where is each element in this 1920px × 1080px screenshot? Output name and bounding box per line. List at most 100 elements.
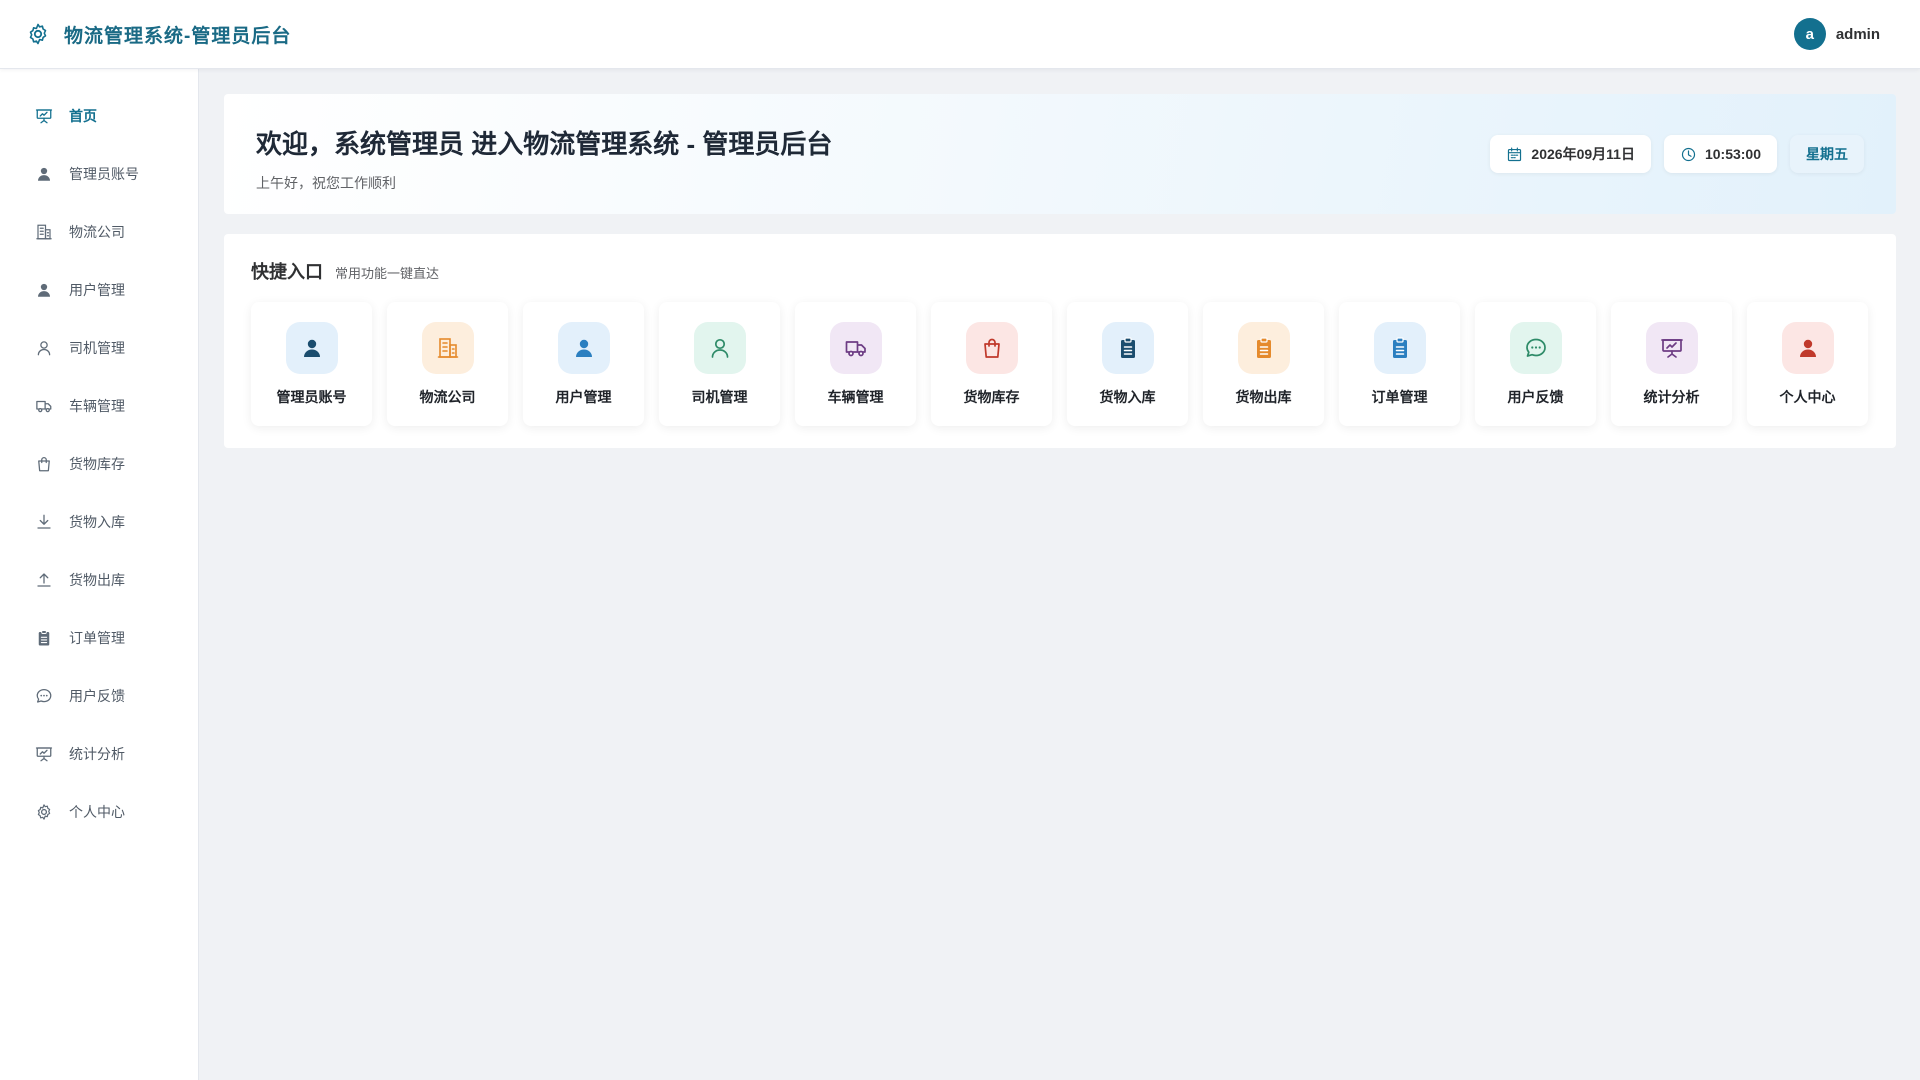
quick-access-header: 快捷入口 常用功能一键直达 <box>251 258 1869 284</box>
quick-card-10[interactable]: 统计分析 <box>1611 302 1732 426</box>
sidebar-item-label: 货物出库 <box>69 572 125 588</box>
presentation-chart-icon <box>1645 322 1698 374</box>
quick-card-4[interactable]: 车辆管理 <box>795 302 916 426</box>
app-title: 物流管理系统-管理员后台 <box>64 25 292 47</box>
sidebar-item-11[interactable]: 统计分析 <box>0 725 198 783</box>
sidebar-item-12[interactable]: 个人中心 <box>0 783 198 841</box>
sidebar-item-label: 个人中心 <box>69 804 125 820</box>
quick-card-0[interactable]: 管理员账号 <box>251 302 372 426</box>
sidebar-item-6[interactable]: 货物库存 <box>0 435 198 493</box>
calendar-icon <box>1506 146 1523 163</box>
sidebar-item-label: 订单管理 <box>69 630 125 646</box>
quick-access-cards: 管理员账号 物流公司 用户管理 司机管理 车辆管理 货物库存 货物入库 货物出库 订单管理 用户反… <box>251 302 1869 426</box>
upload-icon <box>35 571 53 589</box>
quick-card-11[interactable]: 个人中心 <box>1747 302 1868 426</box>
quick-card-label: 管理员账号 <box>276 389 347 405</box>
gear-icon <box>35 803 53 821</box>
truck-icon <box>35 397 53 415</box>
user-solid-icon <box>35 165 53 183</box>
avatar[interactable]: a <box>1793 18 1826 50</box>
weekday-chip: 星期五 <box>1790 135 1864 173</box>
quick-card-3[interactable]: 司机管理 <box>659 302 780 426</box>
sidebar: 首页管理员账号物流公司用户管理司机管理车辆管理货物库存货物入库货物出库订单管理用… <box>0 69 199 1080</box>
quick-access-title: 快捷入口 <box>251 262 323 282</box>
sidebar-item-label: 用户管理 <box>69 282 125 298</box>
sidebar-item-label: 货物库存 <box>69 456 125 472</box>
shopping-bag-icon <box>965 322 1018 374</box>
user-menu[interactable]: a admin <box>1793 18 1880 50</box>
sidebar-item-7[interactable]: 货物入库 <box>0 493 198 551</box>
date-text: 2026年09月11日 <box>1531 146 1635 162</box>
sidebar-item-5[interactable]: 车辆管理 <box>0 377 198 435</box>
building-icon <box>421 322 474 374</box>
brand[interactable]: 物流管理系统-管理员后台 <box>24 20 291 48</box>
weekday-text: 星期五 <box>1806 146 1848 162</box>
quick-card-label: 货物入库 <box>1099 389 1156 405</box>
welcome-subtitle: 上午好，祝您工作顺利 <box>256 175 396 191</box>
clock-icon <box>1680 146 1697 163</box>
clipboard-icon <box>35 629 53 647</box>
quick-card-label: 货物出库 <box>1235 389 1292 405</box>
sidebar-item-label: 统计分析 <box>69 746 125 762</box>
username[interactable]: admin <box>1836 26 1880 43</box>
quick-card-1[interactable]: 物流公司 <box>387 302 508 426</box>
sidebar-item-label: 司机管理 <box>69 340 125 356</box>
quick-card-2[interactable]: 用户管理 <box>523 302 644 426</box>
presentation-chart-icon <box>35 107 53 125</box>
quick-card-label: 货物库存 <box>963 389 1020 405</box>
sidebar-item-label: 车辆管理 <box>69 398 125 414</box>
quick-access-panel: 快捷入口 常用功能一键直达 管理员账号 物流公司 用户管理 司机管理 车辆管理 货物库存 货… <box>224 234 1896 448</box>
user-outline-icon <box>35 339 53 357</box>
user-solid-icon <box>557 322 610 374</box>
user-solid-icon <box>35 281 53 299</box>
sidebar-item-3[interactable]: 用户管理 <box>0 261 198 319</box>
sidebar-item-10[interactable]: 用户反馈 <box>0 667 198 725</box>
sidebar-item-2[interactable]: 物流公司 <box>0 203 198 261</box>
chat-bubble-icon <box>35 687 53 705</box>
sidebar-item-8[interactable]: 货物出库 <box>0 551 198 609</box>
welcome-banner: 欢迎，系统管理员 进入物流管理系统 - 管理员后台 上午好，祝您工作顺利 202… <box>224 94 1896 214</box>
quick-card-label: 统计分析 <box>1643 389 1700 405</box>
quick-card-label: 个人中心 <box>1779 389 1836 405</box>
quick-card-7[interactable]: 货物出库 <box>1203 302 1324 426</box>
user-solid-icon <box>1781 322 1834 374</box>
sidebar-item-0[interactable]: 首页 <box>0 87 198 145</box>
sidebar-item-9[interactable]: 订单管理 <box>0 609 198 667</box>
user-solid-icon <box>285 322 338 374</box>
user-outline-icon <box>693 322 746 374</box>
chat-bubble-icon <box>1509 322 1562 374</box>
quick-card-label: 车辆管理 <box>827 389 884 405</box>
building-icon <box>35 223 53 241</box>
quick-card-8[interactable]: 订单管理 <box>1339 302 1460 426</box>
quick-card-9[interactable]: 用户反馈 <box>1475 302 1596 426</box>
clipboard-icon <box>1373 322 1426 374</box>
clipboard-icon <box>1237 322 1290 374</box>
truck-icon <box>829 322 882 374</box>
quick-card-label: 用户反馈 <box>1507 389 1564 405</box>
time-chip: 10:53:00 <box>1663 135 1777 173</box>
quick-card-label: 物流公司 <box>419 389 476 405</box>
top-header: 物流管理系统-管理员后台 a admin <box>0 0 1920 69</box>
main-content: 欢迎，系统管理员 进入物流管理系统 - 管理员后台 上午好，祝您工作顺利 202… <box>224 94 1896 448</box>
sidebar-item-label: 首页 <box>69 108 97 124</box>
shopping-bag-icon <box>35 455 53 473</box>
sidebar-item-4[interactable]: 司机管理 <box>0 319 198 377</box>
presentation-chart-icon <box>35 745 53 763</box>
quick-card-label: 司机管理 <box>691 389 748 405</box>
sidebar-item-label: 货物入库 <box>69 514 125 530</box>
quick-card-label: 用户管理 <box>555 389 612 405</box>
time-text: 10:53:00 <box>1704 146 1761 162</box>
quick-card-label: 订单管理 <box>1371 389 1428 405</box>
sidebar-item-1[interactable]: 管理员账号 <box>0 145 198 203</box>
sidebar-item-label: 用户反馈 <box>69 688 125 704</box>
sidebar-item-label: 管理员账号 <box>69 166 139 182</box>
quick-card-6[interactable]: 货物入库 <box>1067 302 1188 426</box>
download-icon <box>35 513 53 531</box>
date-chip: 2026年09月11日 <box>1490 135 1651 173</box>
sidebar-item-label: 物流公司 <box>69 224 125 240</box>
clipboard-icon <box>1101 322 1154 374</box>
gear-icon <box>24 20 52 48</box>
quick-access-subtitle: 常用功能一键直达 <box>335 266 440 281</box>
info-chips: 2026年09月11日 10:53:00 星期五 <box>1490 135 1864 173</box>
quick-card-5[interactable]: 货物库存 <box>931 302 1052 426</box>
